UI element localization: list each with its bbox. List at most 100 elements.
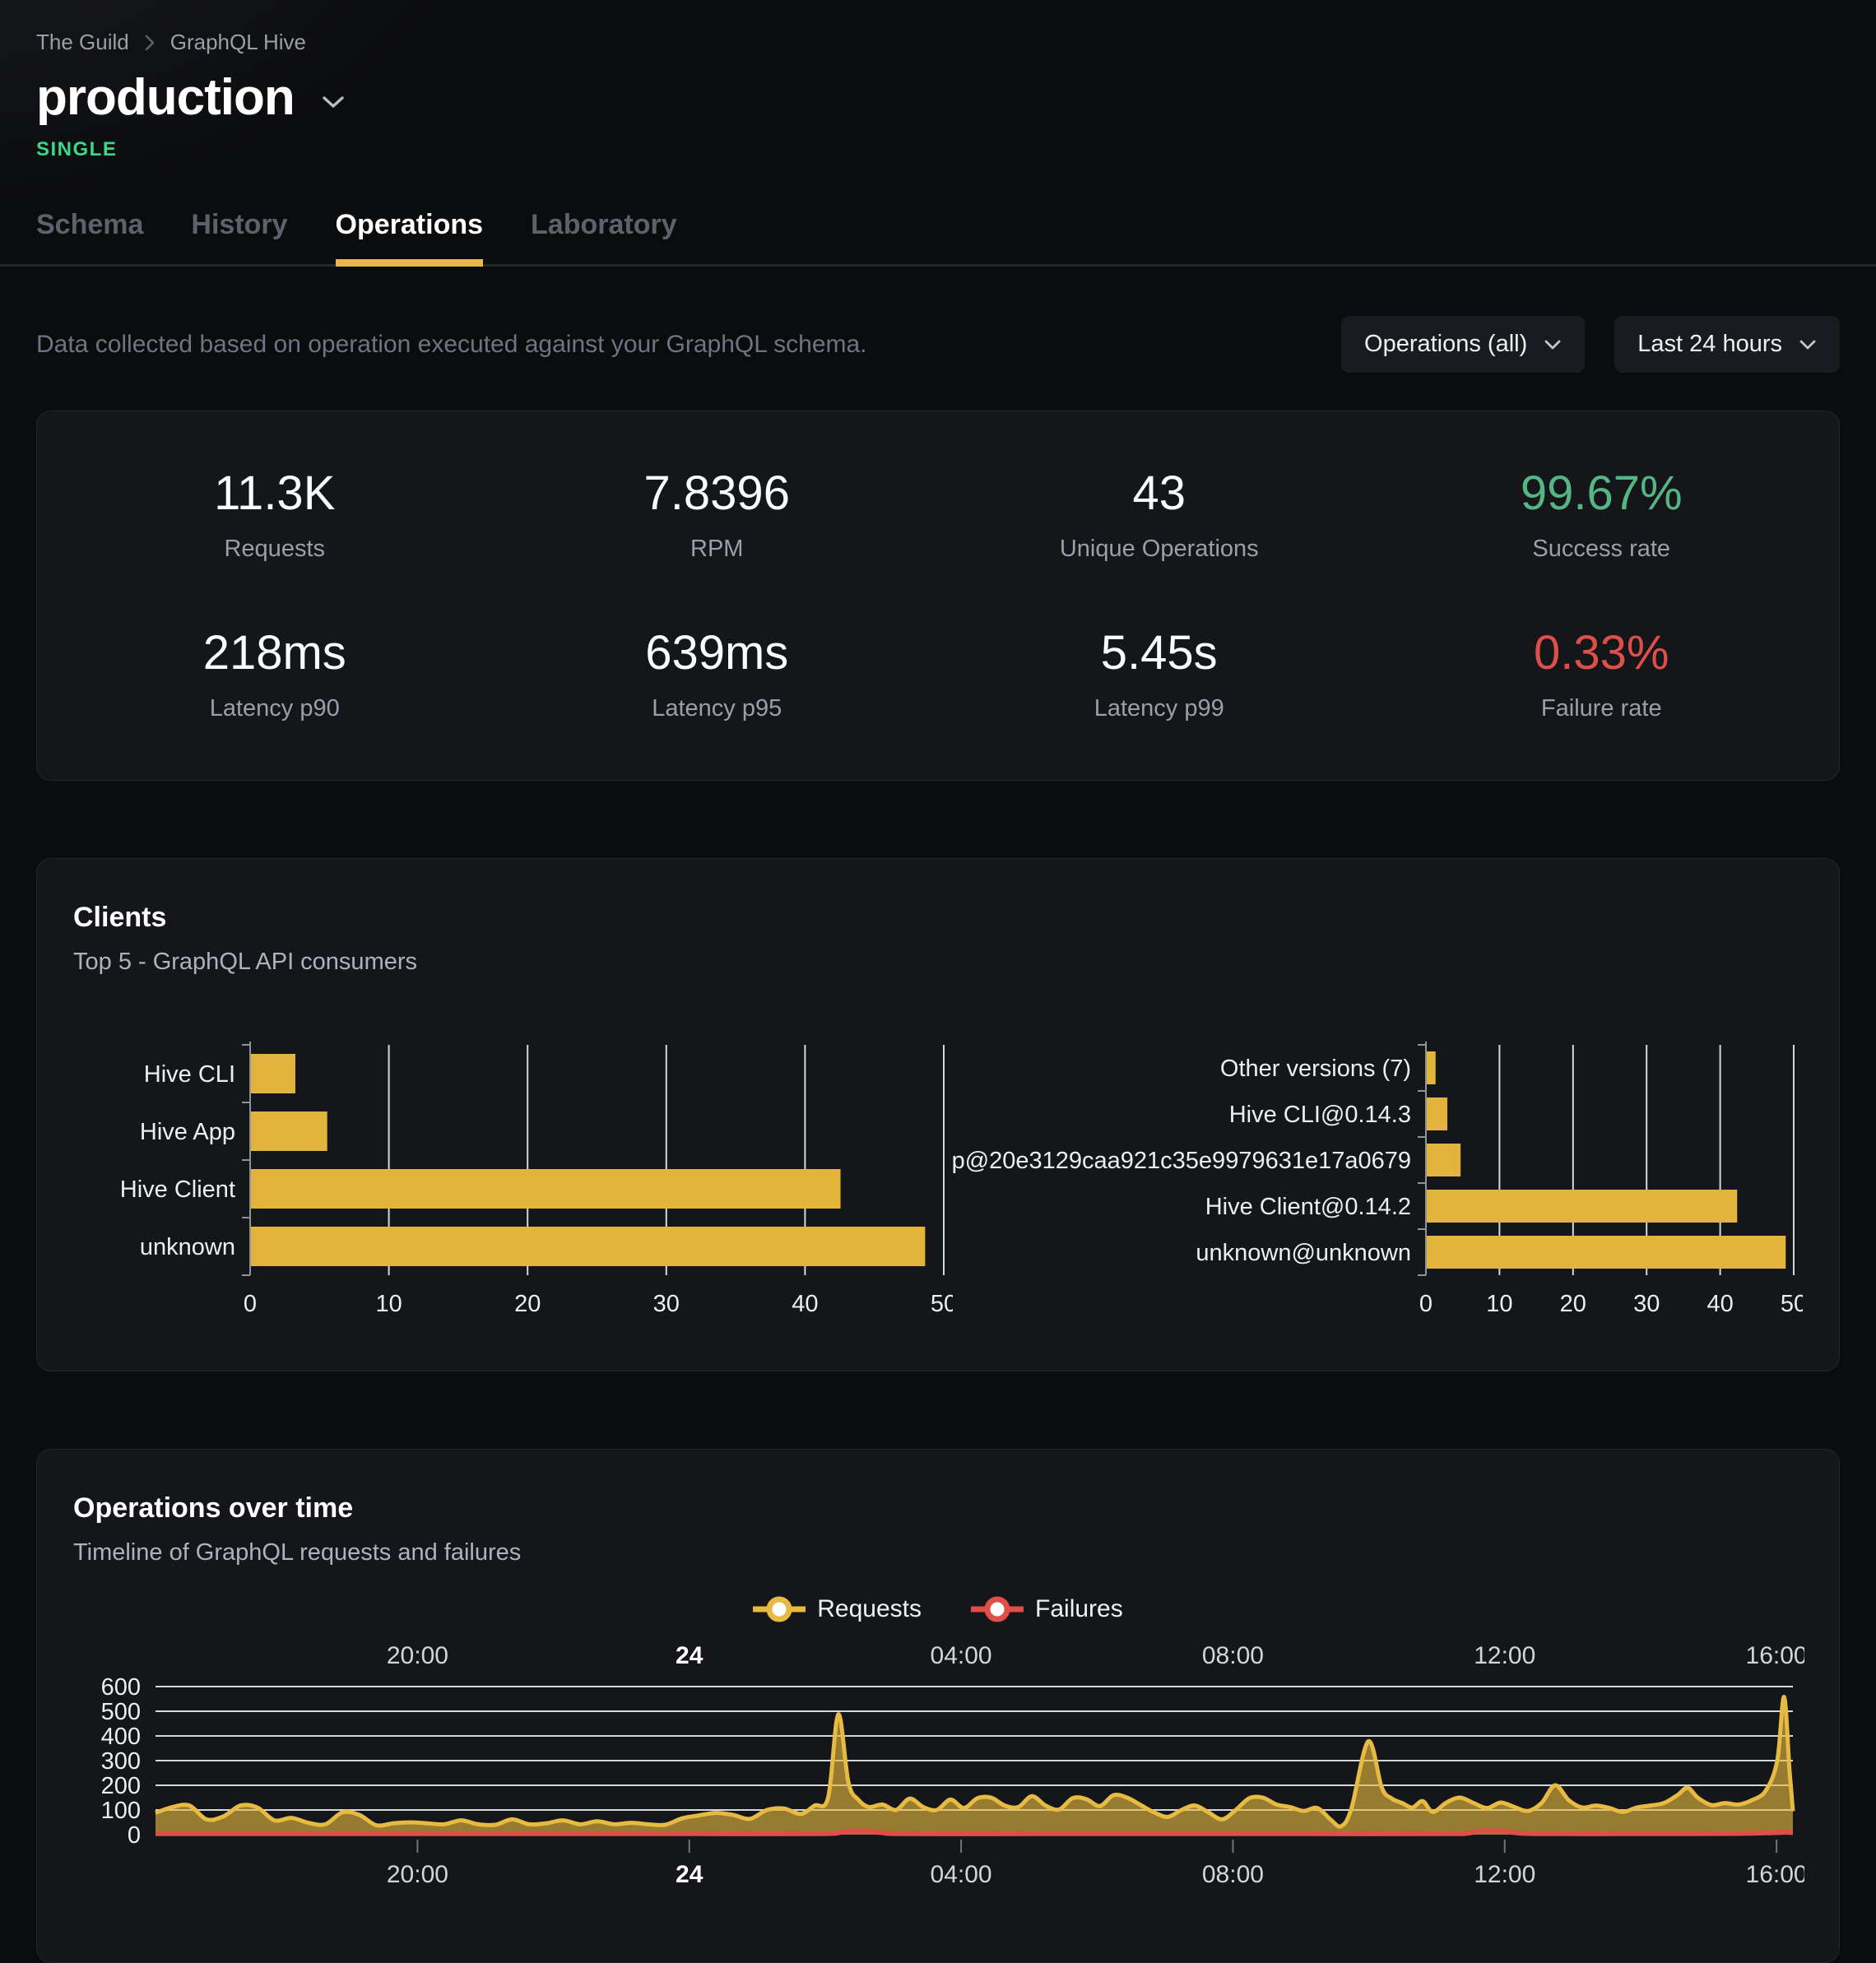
y-tick-label: 400	[101, 1724, 141, 1750]
operations-over-time-card: Operations over time Timeline of GraphQL…	[36, 1449, 1840, 1963]
stats-summary-card: 11.3K Requests 7.8396 RPM 43 Unique Oper…	[36, 411, 1840, 781]
target-type-badge: SINGLE	[0, 138, 1876, 161]
stat-value: 5.45s	[938, 625, 1381, 680]
bottom-time-label: 04:00	[931, 1861, 992, 1888]
stat-value: 639ms	[496, 625, 939, 680]
stat-value: 43	[938, 466, 1381, 521]
bottom-time-label: 16:00	[1746, 1861, 1804, 1888]
y-tick-label: 300	[101, 1748, 141, 1775]
category-label: Hive CLI	[144, 1061, 235, 1088]
top-time-label: 24	[676, 1642, 704, 1669]
x-tick-label: 20	[1560, 1291, 1586, 1317]
breadcrumb-org[interactable]: The Guild	[36, 30, 129, 55]
x-tick-label: 0	[244, 1291, 257, 1317]
page-description: Data collected based on operation execut…	[36, 331, 867, 359]
category-label: Hive Client	[120, 1176, 235, 1203]
x-tick-label: 50	[1781, 1291, 1803, 1317]
tab-schema[interactable]: Schema	[36, 209, 143, 264]
category-label: Hive CLI@0.14.3	[1229, 1102, 1411, 1128]
clients-by-version-bar-chart: Other versions (7) Hive CLI@0.14.3 Hive Ap…	[953, 1032, 1803, 1321]
legend-item-requests[interactable]: Requests	[753, 1594, 922, 1624]
page-title: production	[36, 68, 295, 127]
clients-card-title: Clients	[73, 902, 1803, 934]
target-tabs: Schema History Operations Laboratory	[0, 209, 1876, 267]
period-filter-label: Last 24 hours	[1637, 331, 1782, 358]
stat-value: 7.8396	[496, 466, 939, 521]
stat-label: Latency p90	[53, 695, 496, 722]
x-tick-label: 10	[375, 1291, 402, 1317]
top-time-label: 08:00	[1202, 1642, 1264, 1669]
bar[interactable]	[251, 1227, 925, 1266]
bottom-time-label: 24	[676, 1861, 704, 1888]
y-tick-label: 600	[101, 1674, 141, 1701]
bottom-time-label: 08:00	[1202, 1861, 1264, 1888]
category-label: Hive App@20e3129caa921c35e9979631e17a067…	[953, 1148, 1411, 1174]
requests-series-marker-icon	[753, 1594, 806, 1624]
target-selector-chevron-down-icon[interactable]	[321, 95, 346, 109]
x-tick-label: 40	[1707, 1291, 1733, 1317]
stat-latency-p95: 639ms Latency p95	[496, 625, 939, 722]
timeline-legend: Requests Failures	[73, 1594, 1803, 1624]
operations-filter-label: Operations (all)	[1364, 331, 1527, 358]
stat-label: Success rate	[1381, 536, 1823, 563]
operations-timeline-area-chart: 20:0020:00242404:0004:0008:0008:0012:001…	[73, 1636, 1804, 1909]
bar[interactable]	[1427, 1098, 1447, 1130]
operations-card-subtitle: Timeline of GraphQL requests and failure…	[73, 1539, 1803, 1566]
chevron-down-icon	[1544, 339, 1562, 350]
legend-label: Failures	[1035, 1595, 1123, 1623]
stat-label: Latency p99	[938, 695, 1381, 722]
period-filter-dropdown[interactable]: Last 24 hours	[1614, 316, 1840, 373]
legend-label: Requests	[817, 1595, 922, 1623]
y-tick-label: 200	[101, 1773, 141, 1799]
operations-card-title: Operations over time	[73, 1492, 1803, 1524]
stat-value: 0.33%	[1381, 625, 1823, 680]
tab-history[interactable]: History	[191, 209, 287, 264]
category-label: Hive Client@0.14.2	[1205, 1194, 1411, 1220]
bar[interactable]	[251, 1169, 841, 1209]
stat-label: Unique Operations	[938, 536, 1381, 563]
stat-label: Requests	[53, 536, 496, 563]
stat-latency-p90: 218ms Latency p90	[53, 625, 496, 722]
top-time-label: 12:00	[1474, 1642, 1535, 1669]
stat-rpm: 7.8396 RPM	[496, 466, 939, 563]
stat-value: 218ms	[53, 625, 496, 680]
x-tick-label: 40	[792, 1291, 818, 1317]
stat-label: Failure rate	[1381, 695, 1823, 722]
bar[interactable]	[1427, 1051, 1436, 1084]
clients-card: Clients Top 5 - GraphQL API consumers Hi…	[36, 858, 1840, 1371]
stat-value: 11.3K	[53, 466, 496, 521]
tab-operations[interactable]: Operations	[336, 209, 483, 264]
x-tick-label: 20	[514, 1291, 541, 1317]
requests-area	[156, 1697, 1793, 1835]
bar[interactable]	[251, 1111, 327, 1151]
bar[interactable]	[1427, 1236, 1785, 1269]
bar[interactable]	[251, 1054, 295, 1093]
breadcrumb: The Guild GraphQL Hive	[0, 0, 1876, 55]
bottom-time-label: 12:00	[1474, 1861, 1535, 1888]
x-tick-label: 50	[931, 1291, 953, 1317]
legend-item-failures[interactable]: Failures	[971, 1594, 1123, 1624]
top-time-label: 16:00	[1746, 1642, 1804, 1669]
stat-success-rate: 99.67% Success rate	[1381, 466, 1823, 563]
bar[interactable]	[1427, 1144, 1460, 1176]
bar[interactable]	[1427, 1190, 1737, 1223]
x-tick-label: 10	[1486, 1291, 1512, 1317]
operations-filter-dropdown[interactable]: Operations (all)	[1341, 316, 1585, 373]
failures-series-marker-icon	[971, 1594, 1024, 1624]
category-label: unknown	[140, 1234, 235, 1260]
top-time-label: 04:00	[931, 1642, 992, 1669]
y-tick-label: 0	[128, 1822, 141, 1849]
x-tick-label: 0	[1419, 1291, 1433, 1317]
tab-laboratory[interactable]: Laboratory	[531, 209, 677, 264]
category-label: Hive App	[140, 1119, 235, 1145]
category-label: Other versions (7)	[1220, 1056, 1411, 1082]
stat-value: 99.67%	[1381, 466, 1823, 521]
chevron-right-icon	[144, 33, 156, 53]
stat-requests: 11.3K Requests	[53, 466, 496, 563]
stat-label: RPM	[496, 536, 939, 563]
breadcrumb-project[interactable]: GraphQL Hive	[170, 30, 306, 55]
stat-failure-rate: 0.33% Failure rate	[1381, 625, 1823, 722]
y-tick-label: 100	[101, 1798, 141, 1824]
stat-label: Latency p95	[496, 695, 939, 722]
clients-card-subtitle: Top 5 - GraphQL API consumers	[73, 949, 1803, 976]
